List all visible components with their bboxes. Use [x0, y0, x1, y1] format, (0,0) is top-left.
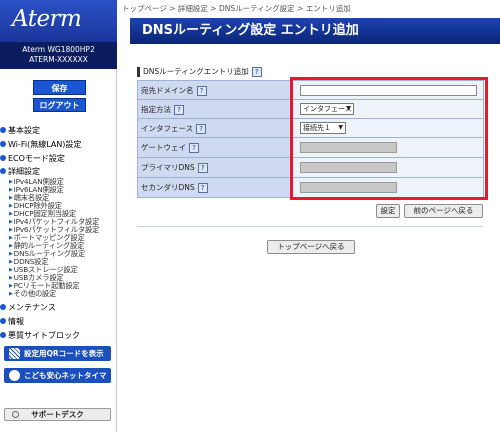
bullet-icon	[0, 317, 6, 324]
help-icon[interactable]: ?	[174, 104, 184, 115]
set-button[interactable]: 設定	[376, 204, 400, 218]
chevron-down-icon: ▼	[338, 124, 343, 131]
logo-area: Aterm	[0, 0, 117, 42]
aterm-logo: Aterm	[12, 6, 82, 32]
divider	[137, 226, 483, 227]
chevron-down-icon: ▼	[346, 105, 351, 112]
section-heading: DNSルーティングエントリ追加?	[137, 66, 262, 77]
nav-detail-item[interactable]: ▶その他の設定	[9, 289, 56, 299]
help-icon[interactable]: ?	[196, 85, 207, 96]
support-desk-label: サポートデスク	[31, 410, 84, 419]
page-title: DNSルーティング設定 エントリ追加	[130, 18, 500, 44]
sidebar: Aterm Aterm WG1800HP2 ATERM-XXXXXX 保存 ログ…	[0, 0, 117, 432]
help-icon[interactable]: ?	[197, 183, 208, 193]
qr-code-icon	[9, 348, 20, 359]
help-icon[interactable]: ?	[251, 67, 262, 77]
primary-dns-input	[300, 162, 397, 173]
breadcrumb-current: エントリ追加	[305, 4, 351, 13]
nav-wifi[interactable]: Wi-Fi(無線LAN)設定	[0, 139, 81, 150]
support-icon	[12, 411, 19, 418]
secondary-dns-input	[300, 182, 397, 193]
method-label: 指定方法	[141, 104, 171, 114]
method-row: 指定方法? インタフェース ▼	[137, 99, 484, 119]
help-icon[interactable]: ?	[196, 123, 207, 134]
heading-bar	[137, 67, 140, 77]
triangle-icon: ▶	[9, 291, 13, 297]
help-icon[interactable]: ?	[189, 143, 199, 153]
nav-eco[interactable]: ECOモード設定	[0, 153, 65, 164]
model-info: Aterm WG1800HP2 ATERM-XXXXXX	[0, 42, 117, 69]
domain-row: 宛先ドメイン名?	[137, 80, 484, 100]
gateway-label: ゲートウェイ	[141, 143, 186, 152]
help-icon[interactable]: ?	[197, 163, 208, 173]
entry-form: 宛先ドメイン名? 指定方法? インタフェース ▼ インタフェース? 接続先１ ▼ ゲ…	[137, 80, 484, 198]
secondary-dns-row: セカンダリDNS?	[137, 177, 484, 198]
bullet-icon	[0, 140, 6, 147]
nav-detail[interactable]: 詳細設定	[0, 166, 40, 177]
qr-code-button[interactable]: 設定用QRコードを表示	[4, 346, 111, 361]
kids-timer-label: こども安心ネットタイマー	[24, 371, 107, 395]
device-name: ATERM-XXXXXX	[29, 55, 88, 64]
method-select[interactable]: インタフェース ▼	[300, 103, 354, 115]
logout-button[interactable]: ログアウト	[33, 98, 86, 112]
gateway-input	[300, 142, 397, 153]
breadcrumb-detail[interactable]: 詳細設定	[178, 4, 208, 13]
breadcrumb-dns[interactable]: DNSルーティング設定	[219, 4, 295, 13]
primary-dns-label: プライマリDNS	[141, 163, 195, 172]
primary-dns-row: プライマリDNS?	[137, 157, 484, 178]
interface-label: インタフェース	[141, 123, 194, 133]
top-page-button[interactable]: トップページへ戻る	[267, 240, 355, 254]
bullet-icon	[0, 303, 6, 310]
bullet-icon	[0, 154, 6, 161]
support-desk-button[interactable]: サポートデスク	[4, 408, 111, 421]
bullet-icon	[0, 126, 6, 133]
bullet-icon	[0, 331, 6, 338]
domain-name-input[interactable]	[300, 84, 477, 96]
section-title: DNSルーティングエントリ追加	[143, 67, 249, 76]
interface-row: インタフェース? 接続先１ ▼	[137, 118, 484, 138]
domain-label: 宛先ドメイン名	[141, 85, 194, 95]
nav-info[interactable]: 情報	[0, 316, 24, 327]
back-button[interactable]: 前のページへ戻る	[404, 204, 483, 218]
qr-code-label: 設定用QRコードを表示	[24, 349, 104, 358]
nav-maintenance[interactable]: メンテナンス	[0, 302, 56, 313]
kids-timer-button[interactable]: こども安心ネットタイマー	[4, 368, 111, 395]
timer-icon	[9, 370, 20, 381]
breadcrumb: トップページ > 詳細設定 > DNSルーティング設定 > エントリ追加	[122, 4, 351, 13]
interface-select[interactable]: 接続先１ ▼	[300, 122, 346, 134]
breadcrumb-top[interactable]: トップページ	[122, 4, 167, 13]
secondary-dns-label: セカンダリDNS	[141, 183, 195, 192]
nav-basic[interactable]: 基本設定	[0, 125, 40, 136]
save-button[interactable]: 保存	[33, 80, 86, 95]
model-name: Aterm WG1800HP2	[22, 45, 95, 54]
gateway-row: ゲートウェイ?	[137, 137, 484, 158]
nav-site-block[interactable]: 悪質サイトブロック	[0, 330, 80, 341]
bullet-icon	[0, 167, 6, 174]
